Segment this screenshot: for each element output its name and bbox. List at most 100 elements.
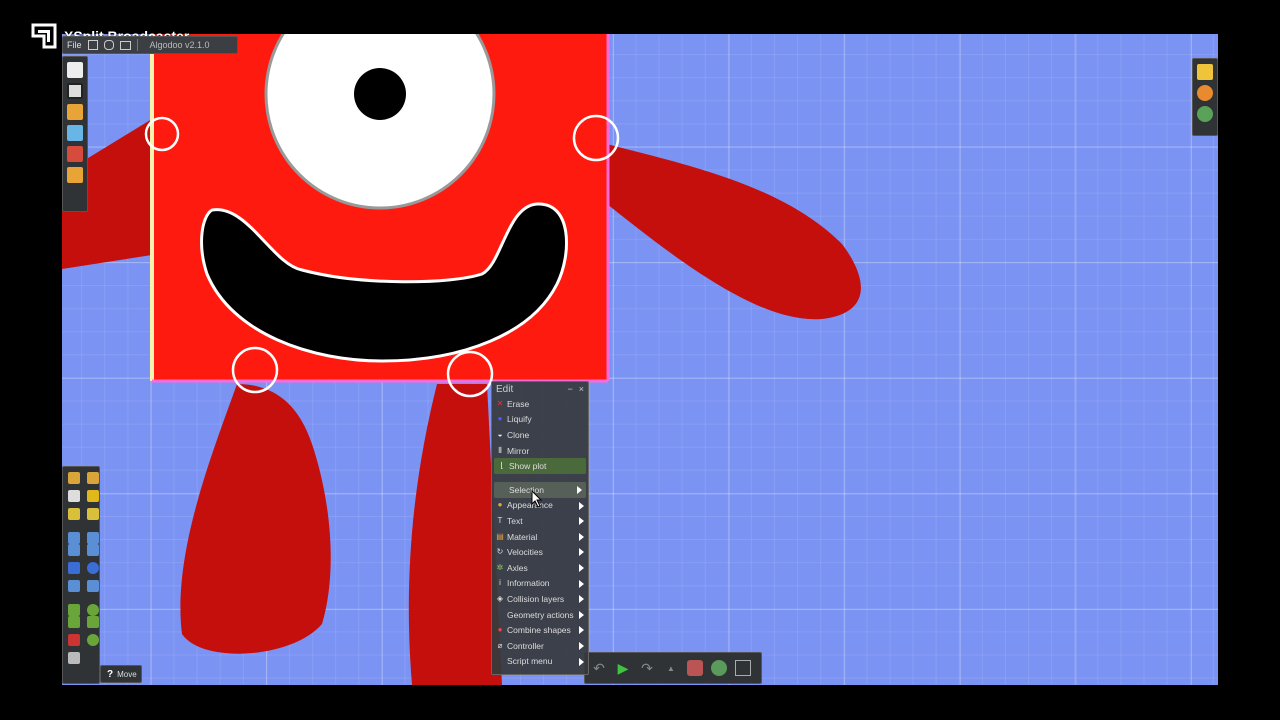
menu-item-liquify[interactable]: ● Liquify	[492, 412, 588, 428]
playback-bar: ↶ ▶ ↷ ▲	[584, 652, 762, 684]
menu-item-label: Show plot	[509, 461, 547, 472]
menu-item-clone[interactable]: ◒ Clone	[492, 427, 588, 443]
xsplit-logo-icon	[31, 23, 57, 49]
menu-item-erase[interactable]: ✕ Erase	[492, 396, 588, 412]
submenu-arrow-icon	[579, 563, 584, 572]
menu-item-text[interactable]: T Text	[492, 513, 588, 529]
right-arm-shape	[607, 144, 861, 320]
appearance-icon: ●	[497, 500, 503, 510]
menu-item-label: Appearance	[507, 500, 553, 511]
scale-tool-icon[interactable]	[68, 508, 80, 520]
menu-item-script-menu[interactable]: Script menu	[492, 654, 588, 670]
scene-canvas[interactable]	[62, 34, 1218, 685]
palette-icon[interactable]	[1197, 85, 1213, 101]
menu-item-label: Mirror	[507, 445, 530, 456]
hinge-tool-icon[interactable]	[68, 616, 80, 628]
fixate-tool-icon[interactable]	[87, 604, 99, 616]
spring-tool-icon[interactable]	[68, 604, 80, 616]
brush-tool-icon[interactable]	[87, 532, 99, 544]
save-icon[interactable]	[87, 40, 98, 50]
submenu-arrow-icon	[579, 626, 584, 635]
menu-item-velocities[interactable]: ↻ Velocities	[492, 544, 588, 560]
gear-tool-icon[interactable]	[87, 544, 99, 556]
top-toolbar: File Algodoo v2.1.0	[62, 36, 238, 54]
undo-arrow-icon[interactable]: ↶	[591, 660, 607, 676]
tracer-tool-icon[interactable]	[68, 634, 80, 646]
close-icon[interactable]: ×	[579, 384, 584, 394]
plot-icon: ⌊	[500, 461, 504, 471]
drag-tool-icon[interactable]	[87, 472, 99, 484]
menu-item-axles[interactable]: ✲ Axles	[492, 560, 588, 576]
submenu-arrow-icon	[579, 610, 584, 619]
chain-tool-icon[interactable]	[87, 580, 99, 592]
velocities-icon: ↻	[496, 547, 504, 557]
menu-item-label: Collision layers	[507, 593, 565, 604]
submenu-arrow-icon	[579, 595, 584, 604]
controller-icon: ⌀	[497, 640, 503, 650]
undo-icon[interactable]	[103, 40, 114, 50]
menu-header: Edit − ×	[492, 382, 588, 396]
submenu-arrow-icon	[579, 532, 584, 541]
layers-icon[interactable]	[1197, 64, 1213, 80]
user-scenes-icon[interactable]	[67, 146, 83, 162]
text-icon: T	[497, 515, 503, 525]
hand-tool-icon[interactable]	[68, 544, 80, 556]
menu-item-label: Controller	[507, 640, 544, 651]
current-tool-name: Move	[117, 669, 137, 679]
help-key[interactable]: ?	[107, 669, 113, 680]
rope-tool-icon[interactable]	[68, 532, 80, 544]
menu-item-mirror[interactable]: ⫴ Mirror	[492, 443, 588, 459]
rotate-tool-icon[interactable]	[87, 490, 99, 502]
left-toolbar	[62, 56, 88, 212]
grid-icon[interactable]	[735, 660, 751, 676]
left-leg-shape	[180, 384, 331, 654]
menu-title: Edit	[496, 383, 514, 395]
file-menu[interactable]: File	[67, 40, 82, 50]
menu-item-show-plot[interactable]: ⌊ Show plot	[494, 458, 586, 474]
move-tool-icon[interactable]	[68, 490, 80, 502]
minimize-icon[interactable]: −	[567, 384, 572, 394]
wrench-tool-icon[interactable]	[68, 652, 80, 664]
menu-item-geometry-actions[interactable]: Geometry actions	[492, 607, 588, 623]
menu-item-collision-layers[interactable]: ◈ Collision layers	[492, 591, 588, 607]
sketch-tool-icon[interactable]	[68, 472, 80, 484]
redo-arrow-icon[interactable]: ↷	[639, 660, 655, 676]
menu-item-label: Information	[507, 578, 550, 589]
thruster-tool-icon[interactable]	[87, 616, 99, 628]
new-scene-icon[interactable]	[67, 62, 83, 78]
menu-item-label: Text	[507, 515, 523, 526]
scene-drawing[interactable]	[62, 34, 1218, 685]
geometry-actions-icon	[496, 611, 504, 619]
menu-item-material[interactable]: ▤ Material	[492, 529, 588, 545]
air-friction-icon[interactable]	[711, 660, 727, 676]
speed-arrow-icon[interactable]: ▲	[663, 660, 679, 676]
selection-icon	[498, 486, 506, 494]
cut-tool-icon[interactable]	[87, 508, 99, 520]
menu-item-label: Axles	[507, 562, 528, 573]
right-toolbar	[1192, 58, 1218, 136]
play-icon[interactable]: ▶	[615, 660, 631, 676]
material-icon: ▤	[496, 531, 504, 541]
gravity-icon[interactable]	[687, 660, 703, 676]
laser-tool-icon[interactable]	[87, 634, 99, 646]
window-icon[interactable]	[119, 40, 131, 50]
menu-item-combine-shapes[interactable]: ● Combine shapes	[492, 622, 588, 638]
submenu-arrow-icon	[579, 641, 584, 650]
menu-item-label: Combine shapes	[507, 625, 571, 636]
scene-browser-icon[interactable]	[67, 125, 83, 141]
plane-tool-icon[interactable]	[68, 580, 80, 592]
save-folder-icon[interactable]	[67, 167, 83, 183]
circle-tool-icon[interactable]	[87, 562, 99, 574]
open-folder-icon[interactable]	[67, 104, 83, 120]
zoom-icon[interactable]	[1197, 106, 1213, 122]
axles-icon: ✲	[496, 562, 504, 572]
box-tool-icon[interactable]	[68, 562, 80, 574]
menu-item-label: Script menu	[507, 656, 553, 667]
menu-item-information[interactable]: i Information	[492, 576, 588, 592]
menu-item-label: Clone	[507, 429, 530, 440]
menu-item-label: Material	[507, 531, 538, 542]
submenu-arrow-icon	[579, 501, 584, 510]
submenu-arrow-icon	[577, 485, 582, 494]
scene-settings-icon[interactable]	[67, 83, 83, 99]
menu-item-controller[interactable]: ⌀ Controller	[492, 638, 588, 654]
